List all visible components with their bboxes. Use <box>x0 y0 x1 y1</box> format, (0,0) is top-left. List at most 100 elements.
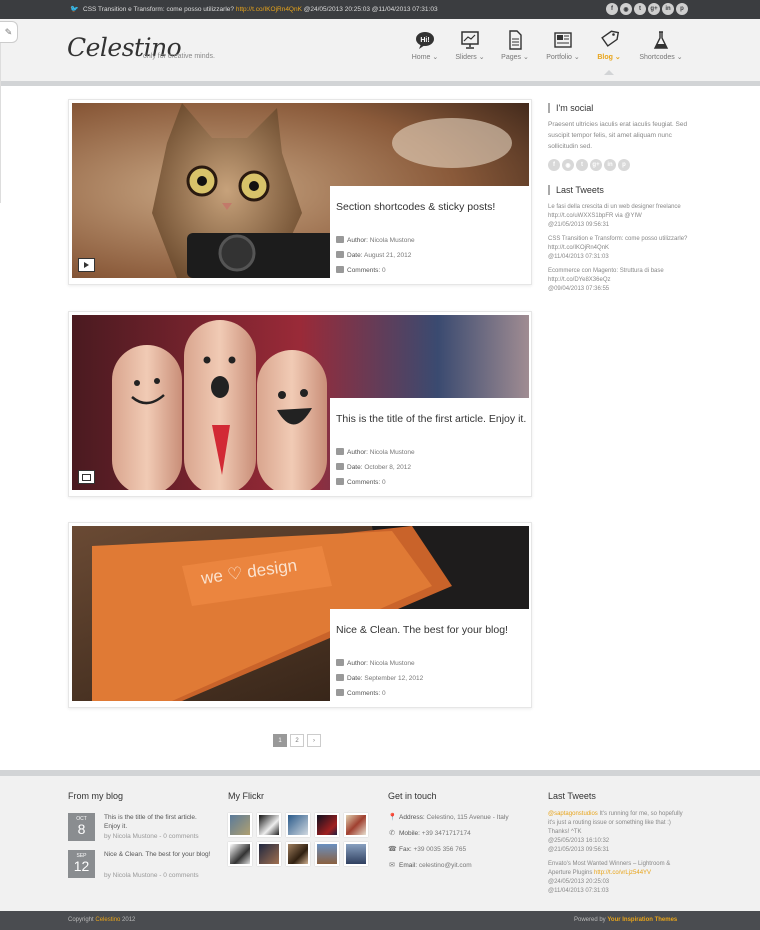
pinterest-icon[interactable]: p <box>618 159 630 171</box>
facebook-icon[interactable]: f <box>548 159 560 171</box>
footer-tweets-title: Last Tweets <box>548 791 596 801</box>
twitter-icon[interactable]: t <box>576 159 588 171</box>
page-1-button[interactable]: 1 <box>273 734 287 747</box>
nav-shortcodes[interactable]: Shortcodes ⌄ <box>637 30 685 61</box>
page-2-button[interactable]: 2 <box>290 734 304 747</box>
twitter-icon[interactable]: t <box>634 3 646 15</box>
powered-by: Powered by Your Inspiration Themes <box>574 917 678 923</box>
google-plus-icon[interactable]: g+ <box>590 159 602 171</box>
copyright-brand-link[interactable]: Celestino <box>95 917 120 923</box>
contact-mobile: ✆ Mobile: +39 3471717174 <box>389 830 471 837</box>
post-card: This is the title of the first article. … <box>330 398 530 493</box>
calendar-icon <box>336 251 344 258</box>
nav-pages[interactable]: Pages ⌄ <box>491 30 539 61</box>
linkedin-icon[interactable]: in <box>604 159 616 171</box>
svg-text:Hi!: Hi! <box>420 37 429 44</box>
footer-tweet: @saptagonstudios It's running for me, so… <box>548 811 683 853</box>
flickr-thumb[interactable] <box>315 813 339 837</box>
flickr-thumb[interactable] <box>286 842 310 866</box>
phone-icon: ✆ <box>389 830 395 837</box>
google-plus-icon[interactable]: g+ <box>648 3 660 15</box>
pagination: 1 2 › <box>273 734 321 747</box>
post-title[interactable]: Section shortcodes & sticky posts! <box>336 200 528 214</box>
facebook-icon[interactable]: f <box>606 3 618 15</box>
blog-post: This is the title of the first article. … <box>68 311 532 497</box>
post-title[interactable]: Nice & Clean. The best for your blog! <box>336 623 528 637</box>
map-pin-icon: 📍 <box>388 814 397 821</box>
flickr-thumb[interactable] <box>257 842 281 866</box>
flickr-thumb[interactable] <box>228 813 252 837</box>
rss-icon[interactable]: ◉ <box>620 3 632 15</box>
linkedin-icon[interactable]: in <box>662 3 674 15</box>
sidebar-tweets-title: Last Tweets <box>548 185 688 195</box>
video-icon <box>78 258 95 272</box>
top-tweet-link[interactable]: http://t.co/IKOjRn4QnK <box>236 6 302 13</box>
post-card: Section shortcodes & sticky posts! Autho… <box>330 186 530 281</box>
sidebar-social-text: Praesent ultricies iaculis erat iaculis … <box>548 121 688 150</box>
footer-blog-item[interactable]: SEP 12 Nice & Clean. The best for your bl… <box>68 850 218 887</box>
footer-contact: Get in touch 📍 Address: Celestino, 115 Av… <box>388 791 538 877</box>
flickr-thumb[interactable] <box>286 813 310 837</box>
contact-fax: ☎ Fax: +39 0035 356 765 <box>388 846 467 853</box>
fax-icon: ☎ <box>388 846 397 853</box>
post-date: Date: August 21, 2012 <box>336 251 411 259</box>
post-comments[interactable]: Comments: 0 <box>336 689 386 697</box>
monitor-chart-icon <box>461 31 479 49</box>
tweet-user-link[interactable]: @saptagonstudios <box>548 811 598 817</box>
contact-address: 📍 Address: Celestino, 115 Avenue - Italy <box>388 814 509 821</box>
nav-sliders[interactable]: Sliders ⌄ <box>446 30 494 61</box>
flickr-thumb[interactable] <box>344 813 368 837</box>
hi-speech-icon: Hi! <box>416 32 434 49</box>
footer-tweet: Envato's Most Wanted Winners – Lightroom… <box>548 861 671 894</box>
user-icon <box>336 236 344 243</box>
flask-icon <box>653 31 669 49</box>
sidebar-tweet: Le fasi della crescita di un web designe… <box>548 204 681 228</box>
bottom-bar: Copyright Celestino 2012 Powered by Your… <box>0 911 760 930</box>
pencil-icon[interactable]: ✎ <box>0 21 18 43</box>
comment-icon <box>336 478 344 485</box>
nav-blog[interactable]: Blog ⌄ <box>585 30 633 61</box>
tweet-link[interactable]: http://t.co/uWXXS1bpFR via @YIW <box>548 213 642 219</box>
image-icon <box>78 470 95 484</box>
document-icon <box>509 30 522 50</box>
comment-icon <box>336 689 344 696</box>
post-comments[interactable]: Comments: 0 <box>336 266 386 274</box>
tag-icon <box>601 30 620 47</box>
sidebar-social-icons: f ◉ t g+ in p <box>548 159 688 171</box>
flickr-thumb[interactable] <box>228 842 252 866</box>
flickr-thumb[interactable] <box>344 842 368 866</box>
sidebar: I'm social Praesent ultricies iaculis er… <box>548 103 688 299</box>
next-page-button[interactable]: › <box>307 734 321 747</box>
blog-post: Section shortcodes & sticky posts! Autho… <box>68 99 532 285</box>
user-icon <box>336 448 344 455</box>
contact-email[interactable]: ✉ Email: celestino@yit.com <box>388 861 538 869</box>
post-title[interactable]: This is the title of the first article. … <box>336 412 528 426</box>
powered-by-link[interactable]: Your Inspiration Themes <box>607 917 677 923</box>
nav-home[interactable]: Hi! Home ⌄ <box>401 30 449 61</box>
tweet-link[interactable]: http://t.co/vrLjz544YV <box>594 870 651 876</box>
flickr-thumb[interactable] <box>315 842 339 866</box>
footer-blog-item[interactable]: OCT 8 This is the title of the first arti… <box>68 813 218 850</box>
nav-portfolio[interactable]: Portfolio ⌄ <box>539 30 587 61</box>
envelope-icon: ✉ <box>389 862 395 869</box>
footer-blog-title: From my blog <box>68 791 124 801</box>
date-badge: SEP 12 <box>68 850 95 878</box>
flickr-thumb[interactable] <box>257 813 281 837</box>
footer-blog: From my blog OCT 8 This is the title of t… <box>68 791 218 887</box>
calendar-icon <box>336 674 344 681</box>
pinterest-icon[interactable]: p <box>676 3 688 15</box>
sidebar-tweet: CSS Transition e Transform: come posso u… <box>548 236 688 260</box>
portfolio-icon <box>554 32 572 48</box>
comment-icon <box>336 266 344 273</box>
post-date: Date: September 12, 2012 <box>336 674 423 682</box>
user-icon <box>336 659 344 666</box>
tweet-link[interactable]: http://t.co/IKOjRn4QnK <box>548 245 609 251</box>
tweet-link[interactable]: http://t.co/DYe8X36eQz <box>548 277 610 283</box>
top-tweet: CSS Transition e Transform: come posso u… <box>83 6 438 13</box>
rss-icon[interactable]: ◉ <box>562 159 574 171</box>
sidebar-tweet: Ecommerce con Magento: Struttura di base… <box>548 268 664 292</box>
post-comments[interactable]: Comments: 0 <box>336 478 386 486</box>
nav-active-arrow <box>604 70 614 75</box>
calendar-icon <box>336 463 344 470</box>
site-footer: From my blog OCT 8 This is the title of t… <box>0 776 760 911</box>
